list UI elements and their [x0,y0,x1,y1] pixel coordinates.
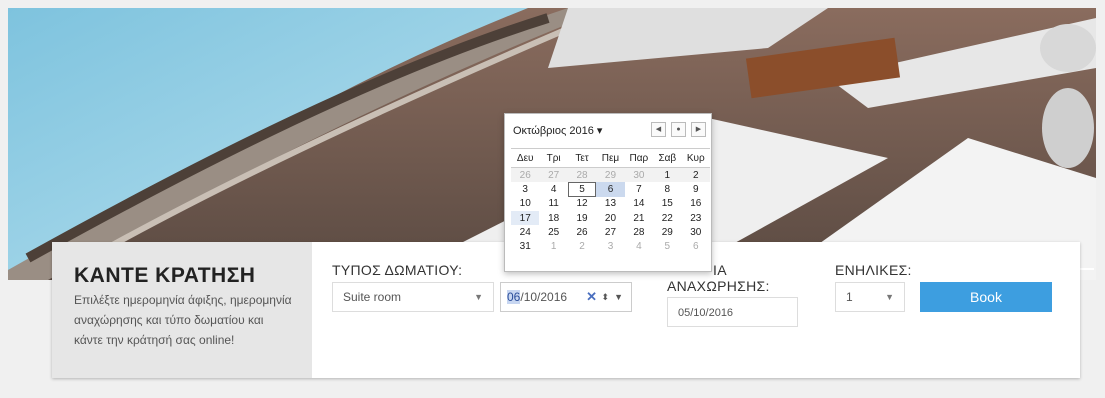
weekday-label: Κυρ [681,148,710,168]
chevron-down-icon[interactable]: ▼ [614,283,623,311]
calendar-day[interactable]: 1 [539,239,567,253]
weekday-label: Τετ [567,148,597,168]
chevron-right-icon[interactable]: ▶ [691,122,706,137]
calendar-day[interactable]: 30 [682,225,710,239]
calendar-day[interactable]: 14 [625,197,653,211]
calendar-day[interactable]: 17 [511,210,540,226]
dot-icon[interactable]: ● [671,122,686,137]
datepicker-popup: Οκτώβριος 2016 ▾ ◀ ● ▶ Δευ Τρι Τετ Πεμ Π… [504,113,712,272]
calendar-day[interactable]: 25 [539,225,567,239]
room-type-label: ΤΥΠΟΣ ΔΩΜΑΤΙΟΥ: [332,262,463,278]
arrival-date-input[interactable]: 06/10/2016 ✕ ⬍ ▼ [500,282,632,312]
weekday-label: Σαβ [653,148,682,168]
calendar-day[interactable]: 26 [511,167,540,183]
calendar-day[interactable]: 11 [539,197,567,211]
calendar-day[interactable]: 15 [653,197,681,211]
weekday-label: Δευ [511,148,540,168]
calendar-day[interactable]: 20 [596,211,624,225]
calendar-day-selected[interactable]: 6 [596,182,625,197]
chevron-down-icon: ▼ [885,292,894,302]
calendar-day[interactable]: 5 [653,239,681,253]
calendar-day[interactable]: 26 [568,225,596,239]
slider-indicator [1080,268,1094,270]
weekday-label: Πεμ [596,148,625,168]
weekday-label: Παρ [624,148,654,168]
calendar-day[interactable]: 16 [682,197,710,211]
calendar-day[interactable]: 4 [625,239,653,253]
calendar-day-today[interactable]: 5 [567,182,597,197]
spinner-icon[interactable]: ⬍ [601,283,609,311]
weekday-label: Τρι [539,148,568,168]
calendar-day[interactable]: 2 [681,167,710,183]
calendar-day[interactable]: 1 [653,167,682,183]
departure-date-input[interactable]: 05/10/2016 [667,297,798,327]
room-type-select[interactable]: Suite room ▼ [332,282,494,312]
calendar-day[interactable]: 12 [568,197,596,211]
calendar-day[interactable]: 23 [682,211,710,225]
month-select[interactable]: Οκτώβριος 2016 ▾ [513,124,602,137]
calendar-day[interactable]: 9 [682,182,710,196]
calendar-day[interactable]: 29 [653,225,681,239]
booking-description: Επιλέξτε ημερομηνία άφιξης, ημερομηνία α… [74,293,292,347]
calendar-grid: Δευ Τρι Τετ Πεμ Παρ Σαβ Κυρ 26 27 28 29 … [511,148,710,254]
calendar-day[interactable]: 19 [568,211,596,225]
calendar-day[interactable]: 4 [539,182,567,196]
clear-icon[interactable]: ✕ [586,283,597,311]
calendar-day[interactable]: 27 [539,167,568,183]
calendar-day[interactable]: 13 [596,197,624,211]
calendar-day[interactable]: 8 [653,182,681,196]
calendar-day[interactable]: 3 [596,239,624,253]
arrival-date-rest: /10/2016 [520,290,568,304]
adults-select[interactable]: 1 ▼ [835,282,905,312]
adults-label: ΕΝΗΛΙΚΕΣ: [835,262,912,278]
calendar-day[interactable]: 31 [511,239,539,253]
chevron-down-icon: ▼ [474,292,483,302]
adults-value: 1 [846,290,853,304]
calendar-day[interactable]: 29 [596,167,625,183]
book-button[interactable]: Book [920,282,1052,312]
calendar-day[interactable]: 22 [653,211,681,225]
calendar-day[interactable]: 28 [625,225,653,239]
arrival-date-day: 06 [507,290,521,304]
calendar-day[interactable]: 18 [539,211,567,225]
booking-title: ΚΑΝΤΕ ΚΡΑΤΗΣΗ [74,264,256,287]
calendar-day[interactable]: 24 [511,225,539,239]
room-type-value: Suite room [343,290,402,304]
calendar-day[interactable]: 28 [567,167,597,183]
calendar-day[interactable]: 2 [568,239,596,253]
calendar-day[interactable]: 27 [596,225,624,239]
calendar-day[interactable]: 3 [511,182,539,196]
calendar-day[interactable]: 10 [511,197,539,211]
calendar-day[interactable]: 21 [625,211,653,225]
booking-intro: ΚΑΝΤΕ ΚΡΑΤΗΣΗ Επιλέξτε ημερομηνία άφιξης… [52,242,312,378]
calendar-day[interactable]: 30 [624,167,654,183]
calendar-day[interactable]: 6 [682,239,710,253]
calendar-day[interactable]: 7 [625,182,653,196]
chevron-left-icon[interactable]: ◀ [651,122,666,137]
